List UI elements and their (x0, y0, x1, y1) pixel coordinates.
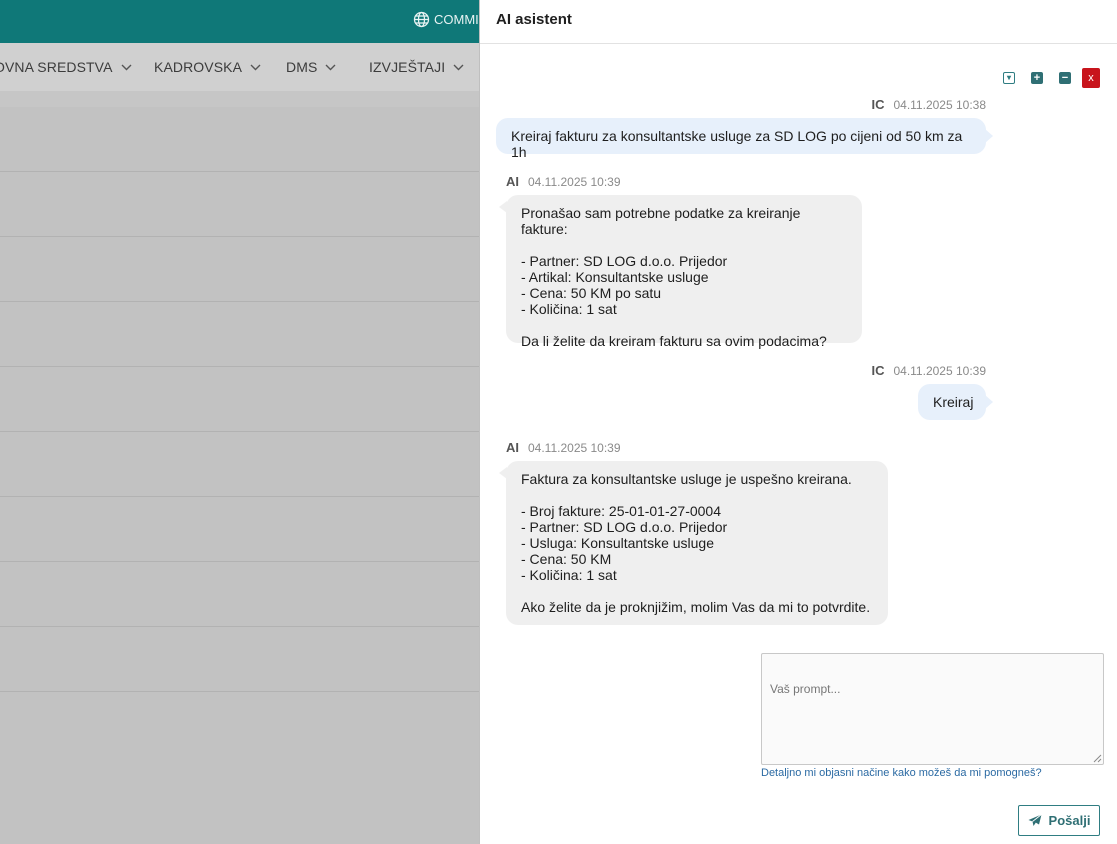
ai-assistant-panel: AI asistent ▾ + − x IC 04.11.2025 10:38 … (479, 0, 1117, 844)
table-row-divider (0, 236, 480, 237)
table-row-divider (0, 561, 480, 562)
message-timestamp: 04.11.2025 10:39 (528, 441, 621, 455)
collapse-button[interactable]: − (1056, 68, 1074, 88)
help-suggestion-link[interactable]: Detaljno mi objasni načine kako možeš da… (761, 767, 1042, 779)
nav-item-label: OVNA SREDSTVA (0, 59, 113, 75)
chevron-down-icon (453, 64, 464, 71)
globe-icon (413, 11, 430, 28)
message-meta: AI 04.11.2025 10:39 (506, 440, 621, 455)
nav-item-osnovna-sredstva[interactable]: OVNA SREDSTVA (0, 59, 132, 75)
message-timestamp: 04.11.2025 10:39 (528, 175, 621, 189)
table-row-divider (0, 171, 480, 172)
table-row-divider (0, 431, 480, 432)
content-header-strip (0, 91, 480, 107)
message-meta: IC 04.11.2025 10:39 (871, 363, 986, 378)
table-row-divider (0, 301, 480, 302)
message-meta: IC 04.11.2025 10:38 (871, 97, 986, 112)
sender-name: AI (506, 174, 519, 189)
send-icon (1028, 814, 1042, 827)
ai-message-bubble: Faktura za konsultantske usluge je uspeš… (499, 461, 888, 625)
user-message-bubble: Kreiraj fakturu za konsultantske usluge … (496, 118, 993, 160)
message-timestamp: 04.11.2025 10:38 (893, 98, 986, 112)
table-row-divider (0, 366, 480, 367)
message-timestamp: 04.11.2025 10:39 (893, 364, 986, 378)
nav-item-izvjestaji[interactable]: IZVJEŠTAJI (369, 59, 464, 75)
sender-name: IC (871, 363, 885, 378)
close-icon: x (1088, 72, 1094, 84)
sender-name: AI (506, 440, 519, 455)
ai-message-bubble: Pronašao sam potrebne podatke za kreiran… (499, 195, 862, 349)
table-row-divider (0, 626, 480, 627)
table-row-divider (0, 691, 480, 692)
nav-item-kadrovska[interactable]: KADROVSKA (154, 59, 261, 75)
panel-title: AI asistent (496, 11, 572, 28)
send-button-label: Pošalji (1048, 813, 1091, 828)
nav-item-label: IZVJEŠTAJI (369, 59, 446, 75)
plus-icon: + (1031, 72, 1043, 84)
close-button[interactable]: x (1082, 68, 1100, 88)
table-row-divider (0, 496, 480, 497)
download-button[interactable]: ▾ (1000, 68, 1018, 88)
panel-header: AI asistent (480, 0, 1117, 44)
commit-link[interactable]: COMMIT (413, 11, 487, 28)
send-button[interactable]: Pošalji (1018, 805, 1100, 836)
user-message-bubble: Kreiraj (918, 384, 993, 420)
chevron-down-icon (325, 64, 336, 71)
nav-item-dms[interactable]: DMS (286, 59, 336, 75)
resize-grip-icon[interactable] (1092, 753, 1102, 763)
chevron-down-icon (121, 64, 132, 71)
prompt-input[interactable] (761, 653, 1104, 765)
chevron-down-icon (250, 64, 261, 71)
download-icon: ▾ (1003, 72, 1015, 84)
nav-item-label: KADROVSKA (154, 59, 243, 75)
minus-icon: − (1059, 72, 1071, 84)
expand-button[interactable]: + (1028, 68, 1046, 88)
message-meta: AI 04.11.2025 10:39 (506, 174, 621, 189)
sender-name: IC (871, 97, 885, 112)
app-content-overlay (0, 91, 480, 844)
nav-item-label: DMS (286, 59, 318, 75)
